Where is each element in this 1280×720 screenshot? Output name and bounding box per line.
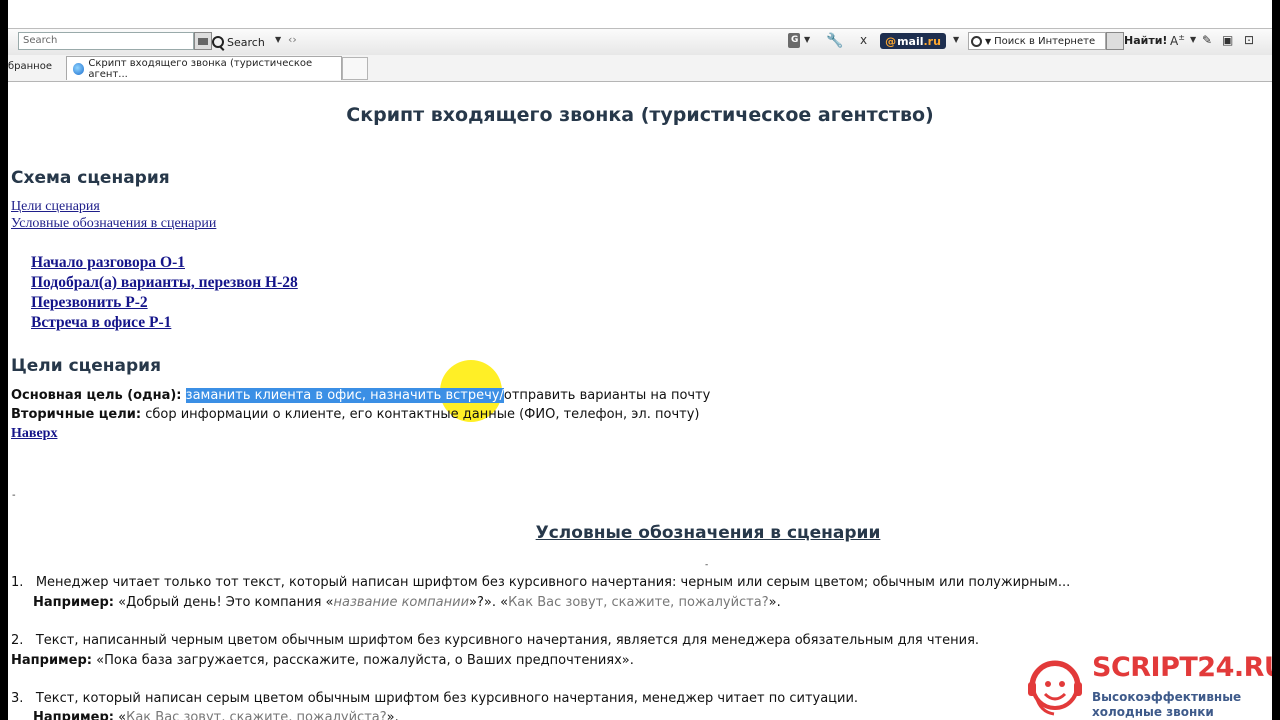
link-legend[interactable]: Условные обозначения в сценарии xyxy=(11,216,216,232)
primary-goal-label: Основная цель (одна): xyxy=(11,388,182,403)
page-title: Скрипт входящего звонка (туристическое а… xyxy=(346,104,934,126)
example-label: Например: xyxy=(33,595,114,610)
search-options-button[interactable] xyxy=(194,32,212,50)
example-text-c: ». xyxy=(386,710,399,720)
tab-bar: бранное Скрипт входящего звонка (туристи… xyxy=(8,55,1272,82)
example-1: Например: «Добрый день! Это компания «на… xyxy=(33,595,781,610)
example-label: Например: xyxy=(11,653,92,668)
ie-page-icon xyxy=(73,62,85,75)
stray-dash: - xyxy=(705,560,709,570)
secondary-goal-line: Вторичные цели: сбор информации о клиент… xyxy=(11,407,699,422)
google-dropdown-arrow-icon[interactable]: ▼ xyxy=(804,35,810,44)
scheme-heading: Схема сценария xyxy=(11,168,170,188)
example-2: Например: «Пока база загружается, расска… xyxy=(11,653,634,668)
secondary-goal-text: сбор информации о клиенте, его контактны… xyxy=(145,407,700,422)
internet-search-placeholder: Поиск в Интернете xyxy=(994,35,1096,47)
find-button[interactable]: Найти! xyxy=(1124,34,1167,47)
find-options-button[interactable] xyxy=(1106,32,1124,50)
operator-face-icon xyxy=(1028,660,1082,716)
browser-window: Search Search ▼ ‹› ▼ 🔧 x @mail.ru ▼ ▼ По… xyxy=(8,0,1272,720)
example-text: « xyxy=(114,710,127,720)
internet-search-input[interactable]: ▼ Поиск в Интернете xyxy=(968,32,1106,50)
item-number: 1. xyxy=(11,575,24,590)
watermark-tagline-1: Высокоэффективные xyxy=(1092,690,1242,704)
list-item-3: 3. Текст, который написан серым цветом о… xyxy=(11,691,858,706)
script24-watermark: SCRIPT24.RU Высокоэффективные холодные з… xyxy=(1026,652,1272,720)
example-gray: Как Вас зовут, скажите, пожалуйста? xyxy=(508,595,769,610)
search-icon xyxy=(212,36,224,48)
example-text: «Пока база загружается, расскажите, пожа… xyxy=(92,653,634,668)
tab-title: Скрипт входящего звонка (туристическое а… xyxy=(88,57,313,80)
list-item-1: 1. Менеджер читает только тот текст, кот… xyxy=(11,575,1070,590)
secondary-goal-label: Вторичные цели: xyxy=(11,407,142,422)
link-goals[interactable]: Цели сценария xyxy=(11,199,100,215)
list-item-2: 2. Текст, написанный черным цветом обычн… xyxy=(11,633,979,648)
tools-icon[interactable]: ⊡ xyxy=(1244,33,1254,47)
watermark-brand: SCRIPT24.RU xyxy=(1092,652,1272,683)
highlighter-icon[interactable]: ✎ xyxy=(1202,33,1212,47)
new-tab-button[interactable] xyxy=(342,57,368,80)
mail-ru: .ru xyxy=(923,34,941,48)
close-icon[interactable]: x xyxy=(860,33,878,49)
item-number: 2. xyxy=(11,633,24,648)
item-text: Менеджер читает только тот текст, которы… xyxy=(35,575,1071,590)
google-toolbar-icon[interactable] xyxy=(786,33,804,49)
stray-mark: - xyxy=(12,490,16,501)
legend-heading: Условные обозначения в сценарии xyxy=(535,523,881,543)
search-dropdown-arrow-icon[interactable]: ▼ xyxy=(275,35,281,44)
link-call-back[interactable]: Перезвонить Р-2 xyxy=(31,294,148,312)
primary-goal-selection[interactable]: заманить клиента в офис, назначить встре… xyxy=(185,388,504,403)
mail-dropdown-arrow-icon[interactable]: ▼ xyxy=(953,35,959,44)
back-to-top-link[interactable]: Наверх xyxy=(11,426,57,442)
item-number: 3. xyxy=(11,691,24,706)
toolbar-search-input[interactable]: Search xyxy=(18,32,194,50)
link-picked-options[interactable]: Подобрал(а) варианты, перезвон Н-28 xyxy=(31,274,298,292)
separator-icon: ‹› xyxy=(288,33,297,46)
text-size-icon[interactable]: A± xyxy=(1170,33,1185,48)
example-italic: название компании xyxy=(333,595,470,610)
example-text-c: ». xyxy=(768,595,781,610)
tab-active[interactable]: Скрипт входящего звонка (туристическое а… xyxy=(66,56,342,80)
text-size-dropdown-arrow-icon[interactable]: ▼ xyxy=(1190,35,1196,44)
page-icon[interactable]: ▣ xyxy=(1222,33,1233,47)
search-button[interactable]: Search xyxy=(212,33,265,51)
primary-goal-line: Основная цель (одна): заманить клиента в… xyxy=(11,388,710,403)
mail-at: @ xyxy=(885,34,897,48)
example-text-b: »?». « xyxy=(469,595,509,610)
search-button-label: Search xyxy=(227,35,265,49)
mail-name: mail xyxy=(897,34,924,48)
favorites-button[interactable]: бранное xyxy=(8,61,52,72)
example-3: Например: «Как Вас зовут, скажите, пожал… xyxy=(33,710,399,720)
goals-heading: Цели сценария xyxy=(11,356,162,376)
wrench-icon[interactable]: 🔧 xyxy=(826,33,844,49)
internet-search-icon xyxy=(971,35,982,47)
watermark-tagline-2: холодные звонки xyxy=(1092,705,1214,719)
browser-toolbar: Search Search ▼ ‹› ▼ 🔧 x @mail.ru ▼ ▼ По… xyxy=(8,28,1272,56)
example-text: «Добрый день! Это компания « xyxy=(114,595,334,610)
example-gray: Как Вас зовут, скажите, пожалуйста? xyxy=(126,710,387,720)
link-office-meeting[interactable]: Встреча в офисе Р-1 xyxy=(31,314,171,332)
example-label: Например: xyxy=(33,710,114,720)
link-start-conversation[interactable]: Начало разговора О-1 xyxy=(31,254,185,272)
primary-goal-rest: отправить варианты на почту xyxy=(503,388,711,403)
mail-ru-logo[interactable]: @ mail .ru xyxy=(880,33,946,49)
internet-search-dropdown-icon: ▼ xyxy=(985,36,992,46)
item-text: Текст, написанный черным цветом обычным … xyxy=(35,633,980,648)
item-text: Текст, который написан серым цветом обыч… xyxy=(35,691,859,706)
